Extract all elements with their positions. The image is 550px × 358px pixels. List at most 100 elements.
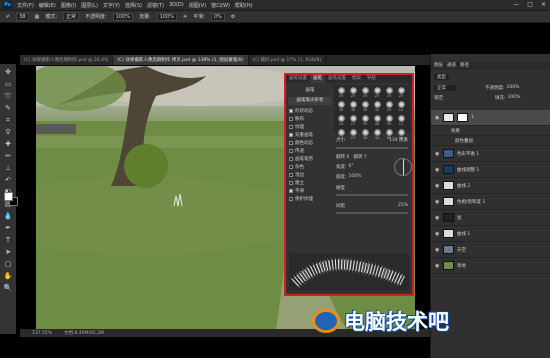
angle-roundness-dial-icon[interactable] [394,158,412,176]
hand-tool-icon[interactable]: ✋ [2,272,14,281]
brush-preset[interactable]: 39 [360,115,370,128]
menu-image[interactable]: 图像(I) [61,2,76,9]
layer-row[interactable]: ◉ 曲线 2 [431,178,550,194]
brush-preset[interactable]: 11 [396,115,406,128]
eye-icon[interactable]: ◉ [435,151,440,157]
stamp-tool-icon[interactable]: ⊥ [2,164,14,173]
doc-tab-2[interactable]: (C) 效果摄影人像后期制作 拷贝.psd @ 138% (1, 图层蒙版/8) [113,55,249,65]
layer-row[interactable]: ◉ 鼠 [431,210,550,226]
eye-icon[interactable]: ◉ [435,215,440,221]
eye-icon[interactable]: ◉ [435,199,440,205]
checkbox-wet-edges[interactable] [289,173,293,177]
lasso-tool-icon[interactable]: ➰ [2,92,14,101]
option-noise[interactable]: 杂色 [289,163,333,171]
flow-input[interactable]: 100% [156,12,177,21]
option-shape-dynamics[interactable]: 形状动态 [289,107,333,115]
eye-icon[interactable]: ◉ [435,247,440,253]
brush-panel-tab-1[interactable]: 画笔设置 [286,75,310,83]
brush-preset[interactable]: 25 [372,87,382,100]
minimize-button[interactable]: — [513,1,519,8]
eye-icon[interactable]: ◉ [435,167,440,173]
option-build-up[interactable]: 建立 [289,179,333,187]
spacing-slider[interactable] [336,212,408,214]
brush-panel-tab-3[interactable]: 画笔设置 [325,75,349,83]
option-smoothing[interactable]: 平滑 [289,187,333,195]
layer-effect-item[interactable]: 颜色叠加 [431,136,550,146]
brush-size-picker[interactable]: 38 [16,12,29,21]
layer-effects-row[interactable]: 效果 [431,126,550,136]
menu-3d[interactable]: 3D(D) [169,2,184,8]
brush-preset[interactable]: 36 [360,101,370,114]
brush-preset[interactable]: 46 [372,115,382,128]
layer-mask-thumbnail[interactable] [457,113,468,122]
settings-gear-icon[interactable]: ⚙ [231,14,235,20]
menu-filter[interactable]: 滤镜(T) [147,2,164,9]
brush-preset[interactable]: 27 [348,115,358,128]
checkbox-noise[interactable] [289,165,293,169]
brush-preset[interactable]: 25 [384,87,394,100]
quick-select-tool-icon[interactable]: ✎ [2,104,14,113]
spacing-checkbox[interactable]: 间距 [336,203,345,209]
size-slider[interactable] [336,147,408,149]
option-brush-pose[interactable]: 画笔笔势 [289,155,333,163]
layer-row[interactable]: ◉ 天空 [431,242,550,258]
brush-preset[interactable]: 36 [336,101,346,114]
brush-tip-shape-item[interactable]: 画笔笔尖形状 [288,97,332,105]
menu-window[interactable]: 窗口(W) [211,2,230,9]
brush-preset[interactable]: 25 [348,87,358,100]
checkbox-texture[interactable] [289,125,293,129]
menu-edit[interactable]: 编辑(E) [39,2,56,9]
eye-icon[interactable]: ◉ [435,183,440,189]
eye-icon[interactable]: ◉ [435,115,440,121]
mode-select[interactable]: 正常 [63,12,80,21]
layer-row[interactable]: ◉ 色彩平衡 1 [431,146,550,162]
eyedropper-tool-icon[interactable]: ⚲ [2,128,14,137]
brush-tool-icon[interactable]: ✏ [2,152,14,161]
eraser-tool-icon[interactable]: ✐ [6,14,10,20]
tab-channels[interactable]: 通道 [447,62,456,70]
brush-preset[interactable]: 24 [336,115,346,128]
brush-panel-tab-2[interactable]: 画笔 [310,75,325,83]
blend-mode-select[interactable]: 正常 [434,85,456,91]
doc-tab-3[interactable]: (C) 最好.psd @ 17% (1, RGB/8) [248,55,327,65]
healing-brush-tool-icon[interactable]: ✚ [2,140,14,149]
layer-row[interactable]: ◉ 草地 [431,258,550,274]
move-tool-icon[interactable]: ✥ [2,68,14,77]
checkbox-color-dynamics[interactable] [289,141,293,145]
tab-paths[interactable]: 路径 [460,62,469,70]
option-texture[interactable]: 纹理 [289,123,333,131]
checkbox-protect-texture[interactable] [289,197,293,201]
option-transfer[interactable]: 传递 [289,147,333,155]
option-dual-brush[interactable]: 双重画笔 [289,131,333,139]
type-tool-icon[interactable]: T [2,236,14,245]
hardness-slider[interactable] [336,194,408,196]
brush-preset[interactable]: 36 [348,101,358,114]
checkbox-brush-pose[interactable] [289,157,293,161]
close-button[interactable]: ✕ [541,1,546,8]
angle-input[interactable]: 0° [349,164,354,170]
brush-preset[interactable]: 25 [360,87,370,100]
option-color-dynamics[interactable]: 颜色动态 [289,139,333,147]
option-protect-texture[interactable]: 保护纹理 [289,195,333,203]
flip-y-checkbox[interactable]: 翻转 Y [354,154,367,160]
layer-filter-select[interactable]: 类型 [434,74,449,80]
brush-preset[interactable]: 59 [384,115,394,128]
option-scattering[interactable]: 散布 [289,115,333,123]
menu-file[interactable]: 文件(F) [17,2,34,9]
brush-preset[interactable]: 25 [336,87,346,100]
marquee-tool-icon[interactable]: ▭ [2,80,14,89]
brushes-button[interactable]: 画笔 [290,87,330,95]
menu-help[interactable]: 帮助(H) [235,2,253,9]
brush-preset[interactable]: 14 [396,101,406,114]
shape-tool-icon[interactable]: ▢ [2,260,14,269]
history-brush-tool-icon[interactable]: ↶ [2,176,14,185]
size-value[interactable]: 134 像素 [389,137,408,145]
pen-tool-icon[interactable]: ✒ [2,224,14,233]
layer-row[interactable]: ◉ 1 [431,110,550,126]
layer-row[interactable]: ◉ 曲线 1 [431,226,550,242]
eye-icon[interactable]: ◉ [435,263,440,269]
foreground-color-swatch[interactable] [4,192,13,201]
checkbox-shape-dynamics[interactable] [289,109,293,113]
option-wet-edges[interactable]: 湿边 [289,171,333,179]
opacity-input[interactable]: 100% [112,12,133,21]
